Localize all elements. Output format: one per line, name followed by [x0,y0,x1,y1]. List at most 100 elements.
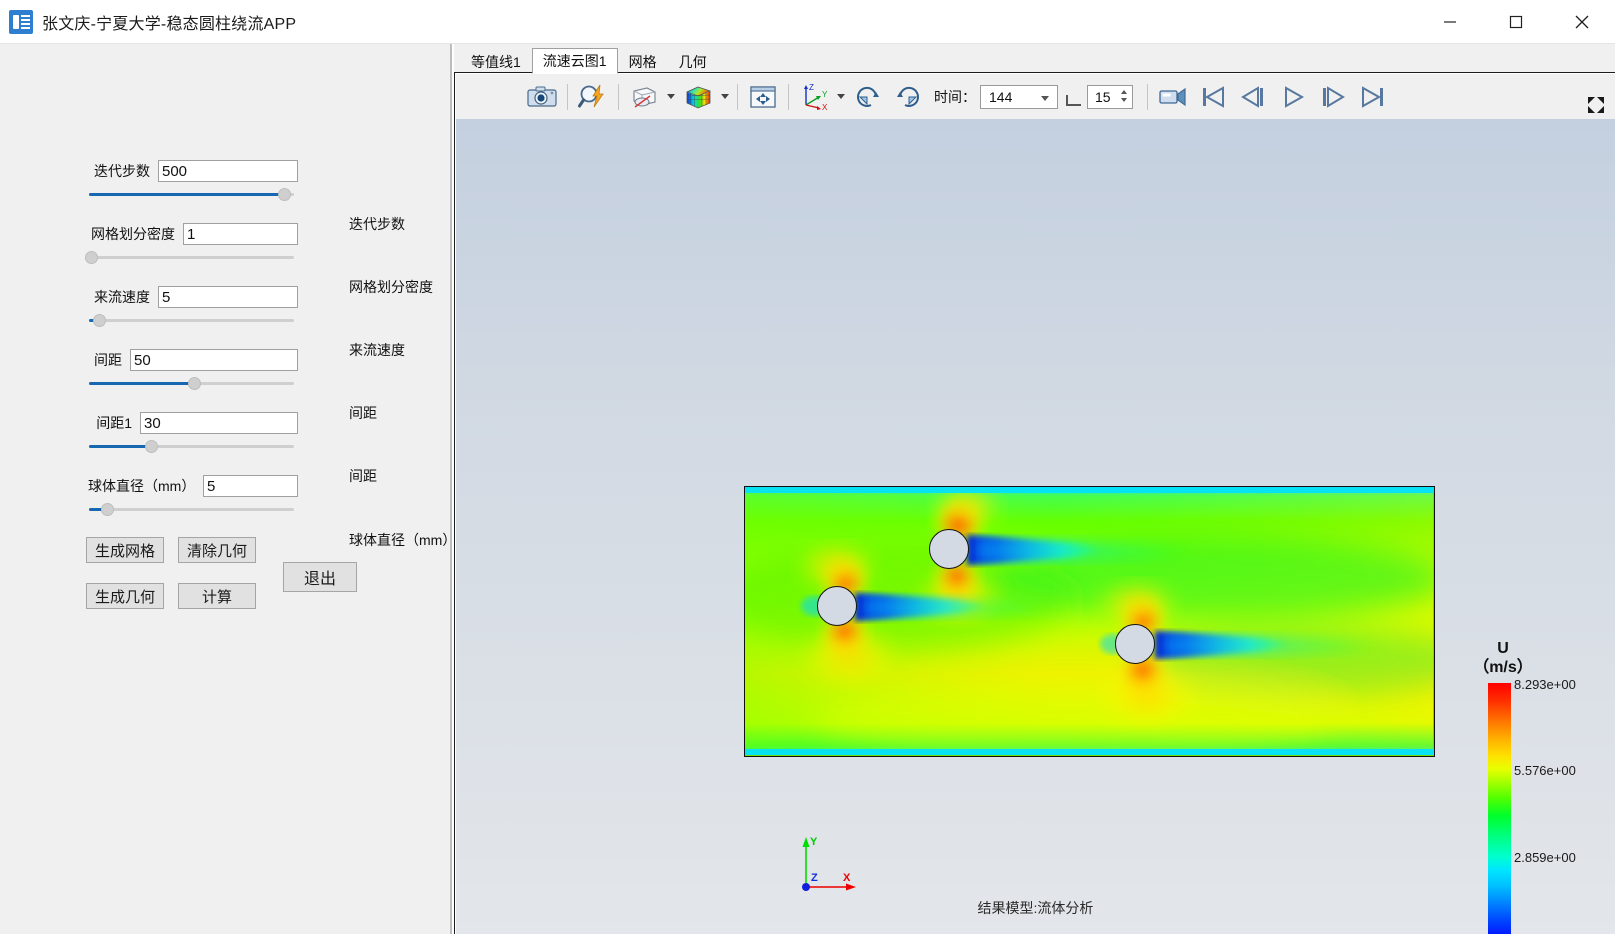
mirror-label-iteration-steps: 迭代步数 [349,216,405,232]
mesh-density-input[interactable] [183,223,298,245]
pan-fit-icon[interactable] [743,78,783,116]
cylinder-1 [817,586,857,626]
inlet-velocity-input[interactable] [158,286,298,308]
sphere-diameter-input[interactable] [203,475,298,497]
parameters-panel: 迭代步数 迭代步数 网格划分密度 网格划分密度 来流速度 [0,44,456,934]
svg-text:X: X [822,103,828,111]
title-bar: 张文庆-宁夏大学-稳态圆柱绕流APP [0,0,1615,44]
field-label: 来流速度 [94,289,150,305]
mirror-label-inlet-velocity: 来流速度 [349,342,405,358]
field-spacing1: 间距1 [88,412,298,455]
maximize-button[interactable] [1483,0,1549,44]
step-back-icon[interactable] [1233,78,1273,116]
rotate-cw-icon[interactable] [848,78,888,116]
iteration-steps-input[interactable] [158,160,298,182]
mirror-label-mesh-density: 网格划分密度 [349,279,433,295]
colorbar-variable: U [1497,640,1509,657]
colorbar-tick-mid1: 5.576e+00 [1514,763,1576,778]
generate-geometry-button[interactable]: 生成几何 [86,583,164,609]
tab-contour1[interactable]: 等值线1 [460,48,532,74]
step-value: 15 [1095,88,1111,105]
slider-knob[interactable] [85,251,98,264]
app-logo-icon [9,9,33,34]
mirror-label-spacing: 间距 [349,405,377,421]
spinner-arrows[interactable] [1121,89,1127,102]
colorbar-title-block: U （m/s） [1468,639,1538,677]
slider-fill [89,382,194,385]
spacing1-slider[interactable] [89,439,294,455]
clear-geometry-button[interactable]: 清除几何 [178,537,256,563]
axis-triad-icon[interactable]: Z Y X [794,78,834,116]
compute-button[interactable]: 计算 [178,583,256,609]
colorbar-gradient [1488,683,1511,934]
slider-knob[interactable] [144,440,158,453]
rotate-ccw-icon[interactable] [888,78,928,116]
field-label: 间距1 [96,415,132,431]
play-icon[interactable] [1273,78,1313,116]
mesh-density-slider[interactable] [85,250,294,266]
spacing-input[interactable] [130,349,298,371]
colorbar-tick-mid2: 2.859e+00 [1514,850,1576,865]
cylinder-2 [929,529,969,569]
window-title: 张文庆-宁夏大学-稳态圆柱绕流APP [42,15,297,33]
slider-knob[interactable] [277,188,291,201]
sphere-diameter-slider[interactable] [89,502,294,518]
toolbar-separator [1147,83,1148,110]
step-forward-icon[interactable] [1313,78,1353,116]
triad-y-label: Y [810,836,818,848]
generate-mesh-button[interactable]: 生成网格 [86,537,164,563]
minimize-button[interactable] [1417,0,1483,44]
result-model-status: 结果模型:流体分析 [977,900,1094,916]
tab-mesh[interactable]: 网格 [618,48,668,74]
camera-icon[interactable] [522,78,562,116]
chevron-down-icon[interactable] [718,78,732,116]
toolbar-separator [567,83,568,110]
time-combobox[interactable]: 144 [980,84,1058,109]
skip-last-icon[interactable] [1353,78,1393,116]
spacing-slider[interactable] [89,376,294,392]
field-label: 网格划分密度 [91,226,175,242]
field-spacing: 间距 [88,349,298,392]
time-corner-marker-icon [1066,95,1081,106]
velocity-contour-plot [744,486,1435,757]
toolbar-separator [737,83,738,110]
zoom-flash-icon[interactable] [573,78,613,116]
slider-fill [89,193,284,196]
step-spinner[interactable]: 15 [1087,84,1133,109]
skip-first-icon[interactable] [1193,78,1233,116]
cylinder-3 [1115,624,1155,664]
field-iteration-steps: 迭代步数 [88,160,298,203]
field-mesh-density: 网格划分密度 [85,223,298,266]
clip-plane-icon[interactable] [624,78,664,116]
triad-x-label: X [843,872,851,884]
inlet-velocity-slider[interactable] [89,313,294,329]
mirror-label-spacing1: 间距 [349,468,377,484]
slider-track [89,508,294,511]
field-label: 球体直径（mm） [88,478,196,494]
chevron-down-icon[interactable] [834,78,848,116]
color-cube-icon[interactable] [678,78,718,116]
iteration-steps-slider[interactable] [89,187,294,203]
slider-track [89,256,294,259]
chevron-down-icon[interactable] [664,78,678,116]
field-label: 间距 [94,352,122,368]
tab-geometry[interactable]: 几何 [668,48,718,74]
viewport-frame: Z Y X 时间： 144 15 Y X Z U （m/s） 8.293e+00… [454,72,1615,934]
svg-text:Z: Z [809,83,814,92]
colorbar-tick-max: 8.293e+00 [1514,677,1576,692]
slider-knob[interactable] [187,377,201,390]
window-controls [1417,0,1615,44]
slider-knob[interactable] [101,503,115,516]
toolbar-separator [788,83,789,110]
close-button[interactable] [1549,0,1615,44]
exit-button[interactable]: 退出 [283,562,357,592]
mirror-label-sphere-diameter: 球体直径（mm） [349,532,457,548]
render-canvas[interactable]: Y X Z U （m/s） 8.293e+00 5.576e+00 2.859e… [456,119,1615,934]
tab-velocity-cloud1[interactable]: 流速云图1 [531,48,618,74]
time-label: 时间： [934,88,976,105]
slider-knob[interactable] [93,314,106,327]
triad-z-label: Z [811,872,818,884]
spacing1-input[interactable] [140,412,298,434]
record-video-icon[interactable] [1153,78,1193,116]
color-legend: U （m/s） 8.293e+00 5.576e+00 2.859e+00 1.… [1466,639,1615,934]
